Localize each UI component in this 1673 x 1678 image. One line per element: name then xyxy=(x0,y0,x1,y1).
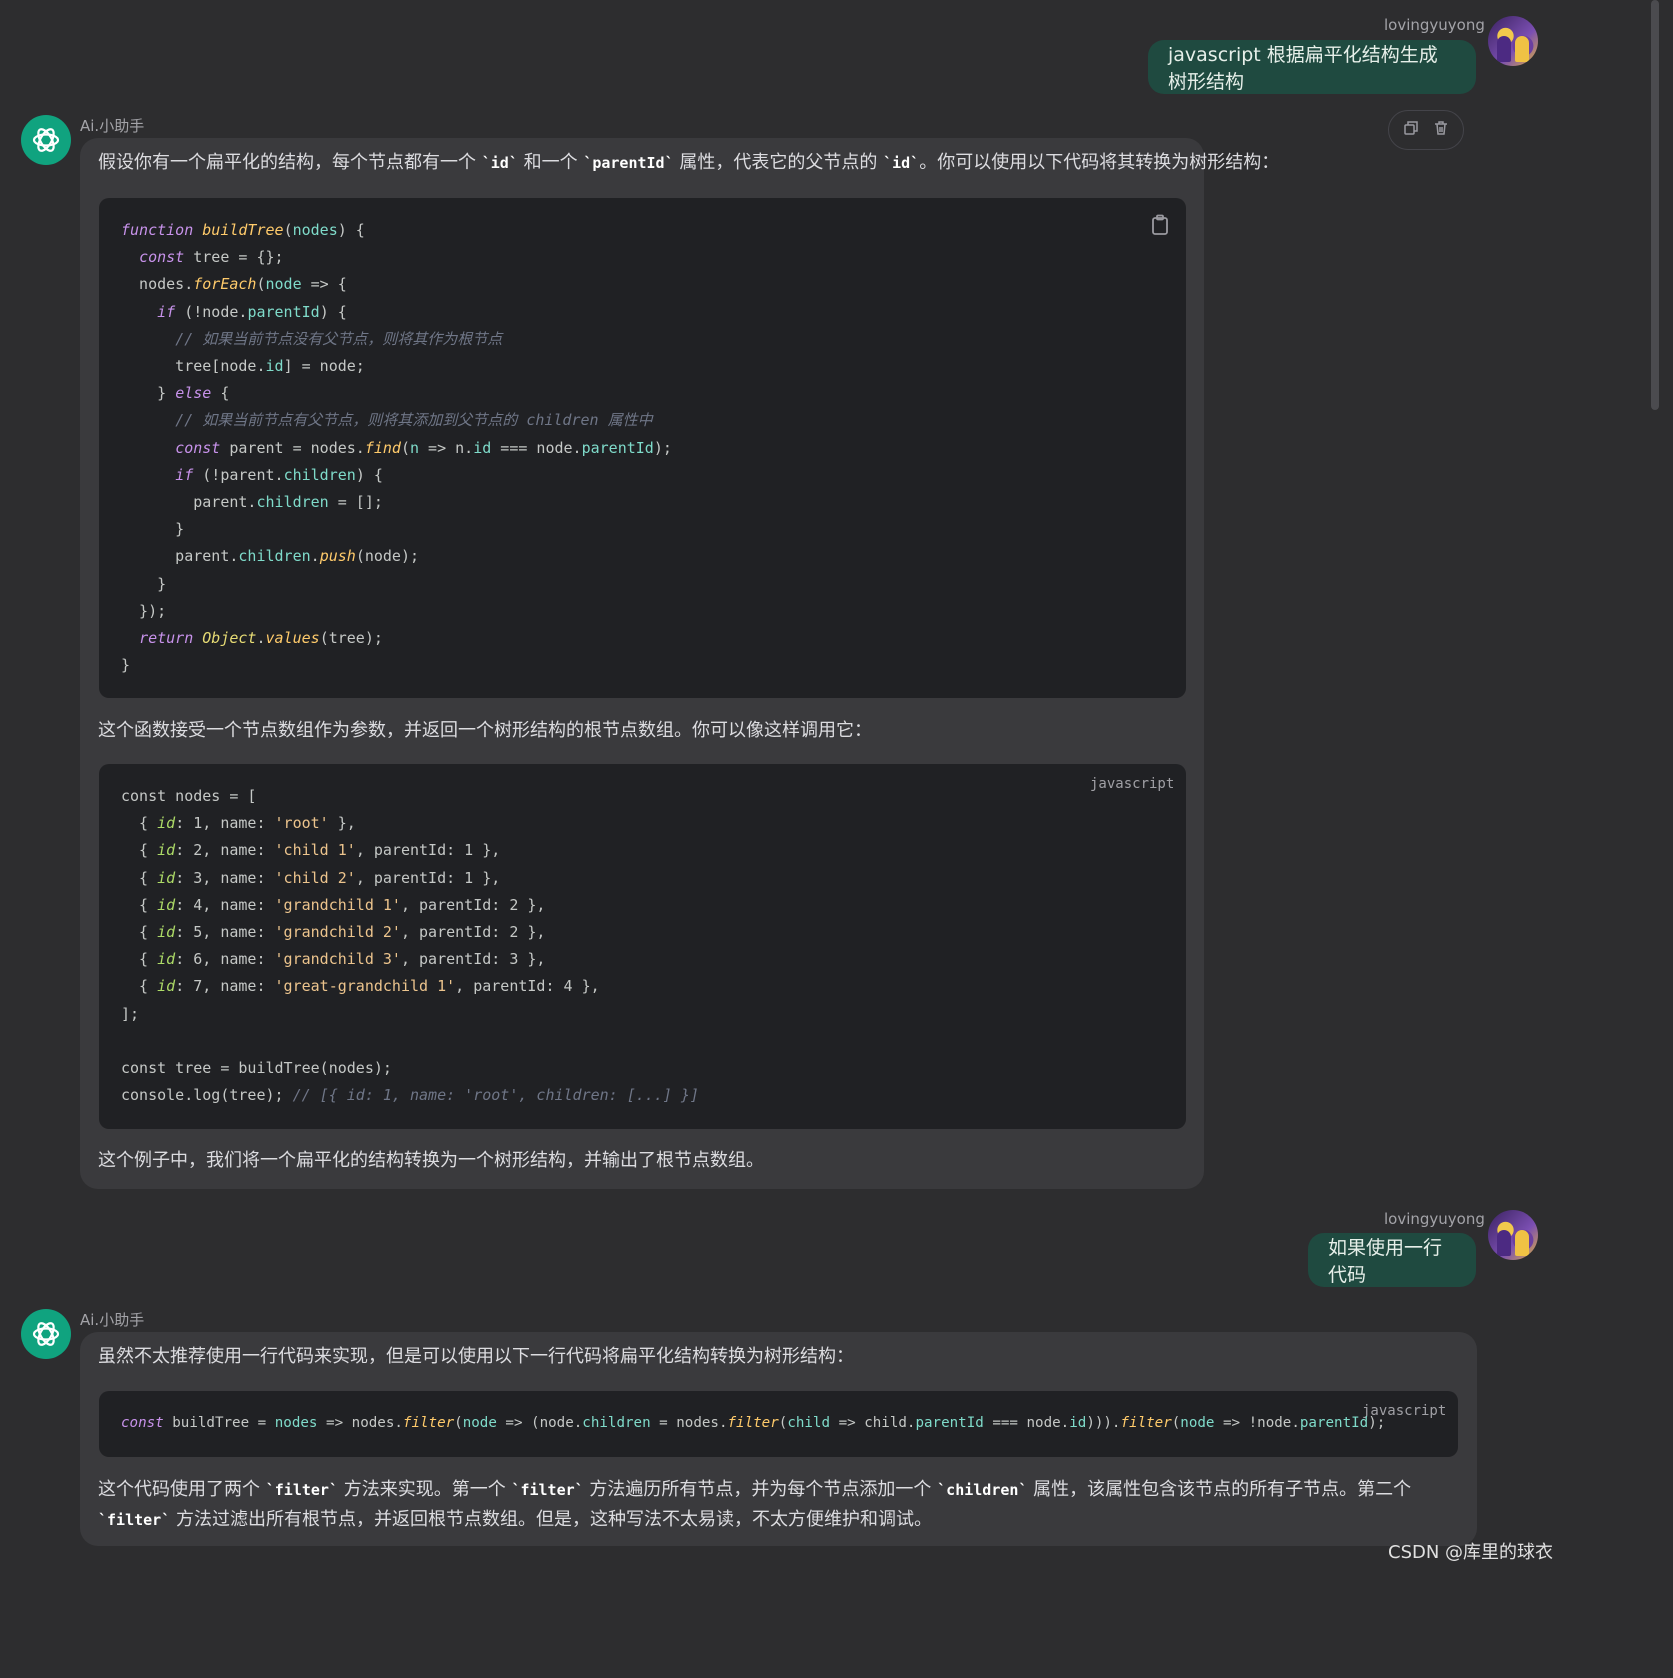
code-line: ]; xyxy=(121,1004,140,1023)
openai-logo-icon xyxy=(21,115,71,165)
code-block-oneliner: javascript const buildTree = nodes => no… xyxy=(99,1391,1458,1457)
assistant-name: Ai.小助手 xyxy=(80,117,145,135)
user-name: lovingyuyong xyxy=(1384,16,1485,34)
code-line: { id: 3, name: 'child 2', parentId: 1 }, xyxy=(121,868,501,887)
openai-logo-icon xyxy=(21,1309,71,1359)
code-line: function buildTree(nodes) { xyxy=(121,221,365,239)
code-line: nodes.forEach(node => { xyxy=(121,275,347,294)
clipboard-icon[interactable] xyxy=(1151,214,1169,240)
code-line: { id: 1, name: 'root' }, xyxy=(121,814,356,833)
code-line: { id: 6, name: 'grandchild 3', parentId:… xyxy=(121,950,546,969)
code-line: } xyxy=(121,656,131,675)
copy-icon[interactable] xyxy=(1403,120,1419,140)
user-message-text: 如果使用一行代码 xyxy=(1328,1237,1443,1286)
user-avatar xyxy=(1488,1210,1538,1260)
user-name: lovingyuyong xyxy=(1384,1210,1485,1228)
code-line: { id: 4, name: 'grandchild 1', parentId:… xyxy=(121,895,546,914)
code-line: console.log(tree); // [{ id: 1, name: 'r… xyxy=(121,1086,699,1105)
code-language-label: javascript xyxy=(1090,776,1175,792)
assistant-outro-text: 这个例子中，我们将一个扁平化的结构转换为一个树形结构，并输出了根节点数组。 xyxy=(98,1150,764,1171)
user-message-text: javascript 根据扁平化结构生成树形结构 xyxy=(1168,44,1438,93)
code-line: { id: 7, name: 'great-grandchild 1', par… xyxy=(121,977,600,996)
user-message-bubble: 如果使用一行代码 xyxy=(1308,1233,1476,1287)
code-line: } xyxy=(121,574,167,593)
code-block-usage: javascript const nodes = [ { id: 1, name… xyxy=(99,764,1186,1129)
code-line: const parent = nodes.find(n => n.id === … xyxy=(175,438,672,457)
code-line: { id: 5, name: 'grandchild 2', parentId:… xyxy=(121,923,546,941)
code-line: } else { xyxy=(121,384,230,403)
code-line: const tree = buildTree(nodes); xyxy=(121,1059,392,1077)
assistant-outro-text: 这个代码使用了两个 `filter` 方法来实现。第一个 `filter` 方法… xyxy=(98,1479,1412,1530)
assistant-name: Ai.小助手 xyxy=(80,1311,145,1329)
assistant-middle-text: 这个函数接受一个节点数组作为参数，并返回一个树形结构的根节点数组。你可以像这样调… xyxy=(98,720,872,741)
code-line: const nodes = [ xyxy=(121,787,257,805)
code-line: }); xyxy=(121,601,167,620)
watermark: CSDN @库里的球衣 xyxy=(1388,1542,1554,1563)
code-line: const tree = {}; xyxy=(139,248,284,267)
code-line: const buildTree = nodes => nodes.filter(… xyxy=(121,1415,1386,1431)
code-line: if (!node.parentId) { xyxy=(157,302,347,321)
code-line: // 如果当前节点有父节点，则将其添加到父节点的 children 属性中 xyxy=(175,411,653,430)
user-avatar xyxy=(1488,16,1538,66)
code-block-buildtree: function buildTree(nodes) { const tree =… xyxy=(99,198,1186,698)
assistant-intro-text: 假设你有一个扁平化的结构，每个节点都有一个 `id` 和一个 `parentId… xyxy=(98,152,1280,173)
code-line: { id: 2, name: 'child 1', parentId: 1 }, xyxy=(121,841,501,860)
user-message-bubble: javascript 根据扁平化结构生成树形结构 xyxy=(1148,40,1476,94)
code-line: parent.children.push(node); xyxy=(121,547,420,566)
trash-icon[interactable] xyxy=(1433,120,1449,140)
code-line: parent.children = []; xyxy=(121,493,383,511)
code-line: if (!parent.children) { xyxy=(175,465,383,484)
scrollbar-thumb[interactable] xyxy=(1651,0,1659,410)
code-line: } xyxy=(121,520,185,539)
message-actions xyxy=(1388,110,1464,150)
code-line: // 如果当前节点没有父节点，则将其作为根节点 xyxy=(175,329,503,348)
code-line: return Object.values(tree); xyxy=(139,629,383,647)
code-line: tree[node.id] = node; xyxy=(121,357,365,375)
assistant-intro-text: 虽然不太推荐使用一行代码来实现，但是可以使用以下一行代码将扁平化结构转换为树形结… xyxy=(98,1346,854,1367)
